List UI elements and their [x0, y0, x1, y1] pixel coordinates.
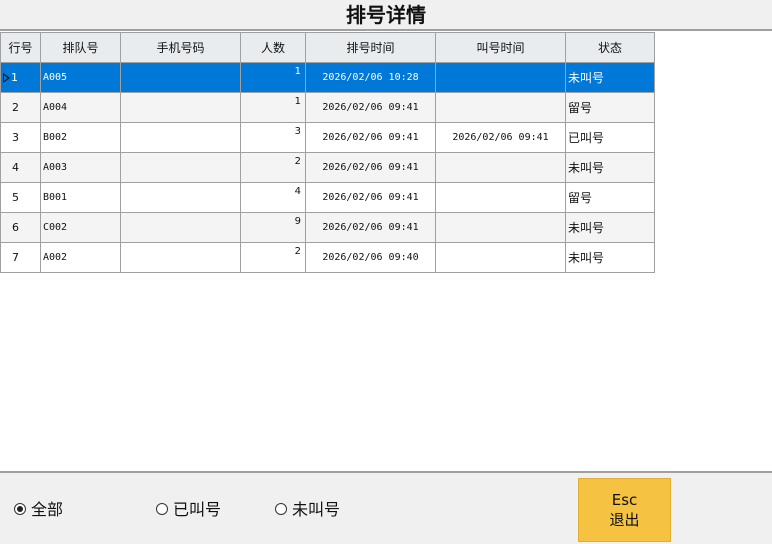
- table-row[interactable]: 5 B001 4 2026/02/06 09:41 留号: [0, 182, 655, 213]
- radio-checked-icon: [14, 502, 26, 515]
- row-number-cell[interactable]: 2: [0, 92, 41, 123]
- row-number-cell[interactable]: 5: [0, 182, 41, 213]
- radio-unchecked-icon: [275, 502, 287, 515]
- exit-label: 退出: [609, 511, 640, 529]
- row-number-cell[interactable]: 1: [0, 62, 41, 93]
- filter-called-radio[interactable]: 已叫号: [156, 500, 221, 520]
- call-time-cell[interactable]: [435, 92, 566, 123]
- phone-cell[interactable]: [120, 92, 241, 123]
- table-header-row: 行号 排队号 手机号码 人数 排号时间 叫号时间 状态: [0, 32, 655, 63]
- row-number-cell[interactable]: 4: [0, 152, 41, 183]
- queue-number-cell[interactable]: A004: [40, 92, 121, 123]
- table-row[interactable]: 4 A003 2 2026/02/06 09:41 未叫号: [0, 152, 655, 183]
- phone-cell[interactable]: [120, 242, 241, 273]
- queue-time-cell[interactable]: 2026/02/06 09:41: [305, 182, 436, 213]
- queue-time-cell[interactable]: 2026/02/06 10:28: [305, 62, 436, 93]
- phone-cell[interactable]: [120, 182, 241, 213]
- status-cell[interactable]: 未叫号: [565, 242, 655, 273]
- people-cell[interactable]: 2: [240, 152, 306, 183]
- queue-number-cell[interactable]: A002: [40, 242, 121, 273]
- filter-all-radio[interactable]: 全部: [14, 500, 63, 520]
- filter-not-called-radio[interactable]: 未叫号: [275, 500, 340, 520]
- table-row[interactable]: 1 A005 1 2026/02/06 10:28 未叫号: [0, 62, 655, 93]
- queue-time-cell[interactable]: 2026/02/06 09:40: [305, 242, 436, 273]
- queue-number-cell[interactable]: A003: [40, 152, 121, 183]
- filter-not-called-label: 未叫号: [292, 500, 341, 519]
- queue-number-cell[interactable]: A005: [40, 62, 121, 93]
- phone-cell[interactable]: [120, 62, 241, 93]
- table-row[interactable]: 3 B002 3 2026/02/06 09:41 2026/02/06 09:…: [0, 122, 655, 153]
- queue-number-cell[interactable]: B002: [40, 122, 121, 153]
- filter-called-label: 已叫号: [173, 500, 222, 519]
- call-time-cell[interactable]: [435, 182, 566, 213]
- table-row[interactable]: 6 C002 9 2026/02/06 09:41 未叫号: [0, 212, 655, 243]
- queue-time-cell[interactable]: 2026/02/06 09:41: [305, 92, 436, 123]
- call-time-cell[interactable]: [435, 152, 566, 183]
- queue-time-cell[interactable]: 2026/02/06 09:41: [305, 152, 436, 183]
- call-time-cell[interactable]: 2026/02/06 09:41: [435, 122, 566, 153]
- radio-unchecked-icon: [156, 502, 168, 515]
- people-cell[interactable]: 4: [240, 182, 306, 213]
- table-row[interactable]: 7 A002 2 2026/02/06 09:40 未叫号: [0, 242, 655, 273]
- call-time-cell[interactable]: [435, 62, 566, 93]
- exit-button[interactable]: Esc 退出: [578, 478, 671, 542]
- row-number-cell[interactable]: 6: [0, 212, 41, 243]
- call-time-cell[interactable]: [435, 242, 566, 273]
- status-cell[interactable]: 已叫号: [565, 122, 655, 153]
- header-queue-number[interactable]: 排队号: [40, 32, 121, 63]
- queue-number-cell[interactable]: B001: [40, 182, 121, 213]
- people-cell[interactable]: 9: [240, 212, 306, 243]
- queue-time-cell[interactable]: 2026/02/06 09:41: [305, 212, 436, 243]
- exit-shortcut-label: Esc: [611, 491, 638, 509]
- people-cell[interactable]: 3: [240, 122, 306, 153]
- header-queue-time[interactable]: 排号时间: [305, 32, 436, 63]
- row-number-cell[interactable]: 7: [0, 242, 41, 273]
- table-row[interactable]: 2 A004 1 2026/02/06 09:41 留号: [0, 92, 655, 123]
- people-cell[interactable]: 2: [240, 242, 306, 273]
- phone-cell[interactable]: [120, 122, 241, 153]
- status-cell[interactable]: 留号: [565, 182, 655, 213]
- phone-cell[interactable]: [120, 212, 241, 243]
- filter-panel: 全部 已叫号 未叫号 Esc 退出: [0, 471, 772, 544]
- header-phone[interactable]: 手机号码: [120, 32, 241, 63]
- header-status[interactable]: 状态: [565, 32, 655, 63]
- status-cell[interactable]: 未叫号: [565, 152, 655, 183]
- status-cell[interactable]: 留号: [565, 92, 655, 123]
- filter-all-label: 全部: [31, 500, 64, 519]
- header-call-time[interactable]: 叫号时间: [435, 32, 566, 63]
- queue-table: 行号 排队号 手机号码 人数 排号时间 叫号时间 状态 1 A005 1 202…: [0, 32, 655, 273]
- status-cell[interactable]: 未叫号: [565, 212, 655, 243]
- window-title: 排号详情: [346, 3, 426, 27]
- people-cell[interactable]: 1: [240, 92, 306, 123]
- title-bar: 排号详情: [0, 0, 772, 31]
- people-cell[interactable]: 1: [240, 62, 306, 93]
- header-row-number[interactable]: 行号: [0, 32, 41, 63]
- queue-number-cell[interactable]: C002: [40, 212, 121, 243]
- phone-cell[interactable]: [120, 152, 241, 183]
- header-people[interactable]: 人数: [240, 32, 306, 63]
- row-number-cell[interactable]: 3: [0, 122, 41, 153]
- call-time-cell[interactable]: [435, 212, 566, 243]
- queue-time-cell[interactable]: 2026/02/06 09:41: [305, 122, 436, 153]
- status-cell[interactable]: 未叫号: [565, 62, 655, 93]
- row-pointer-icon: [3, 73, 10, 83]
